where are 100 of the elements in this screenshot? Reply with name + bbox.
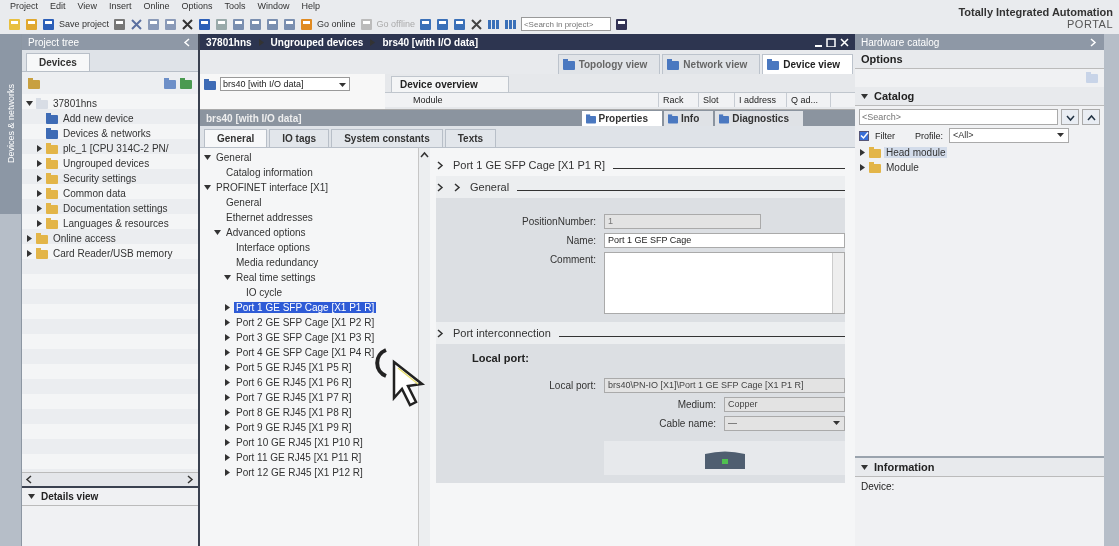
tree-item[interactable]: Add new device: [61, 113, 136, 124]
menu-item[interactable]: Project: [10, 1, 38, 13]
tab[interactable]: IO tags: [269, 129, 330, 147]
expand-arrow-icon[interactable]: [224, 469, 231, 476]
expand-panel-icon[interactable]: [1089, 37, 1098, 47]
section-title[interactable]: Port interconnection: [453, 327, 551, 339]
nav-item[interactable]: Media redundancy: [234, 257, 321, 268]
expand-arrow-icon[interactable]: [224, 334, 231, 341]
nav-item[interactable]: Port 2 GE SFP Cage [X1 P2 R]: [234, 317, 377, 328]
nav-item[interactable]: Port 5 GE RJ45 [X1 P5 R]: [234, 362, 354, 373]
inspector-tab[interactable]: Info: [664, 111, 714, 126]
catalog-header[interactable]: Catalog: [874, 90, 915, 102]
menu-item[interactable]: Tools: [224, 1, 246, 13]
options-header[interactable]: Options: [861, 53, 903, 65]
expand-arrow-icon[interactable]: [224, 394, 231, 401]
caret-icon[interactable]: [1056, 130, 1065, 139]
inspector-tab[interactable]: Properties: [581, 111, 662, 126]
nav-item[interactable]: General: [214, 152, 254, 163]
menu-item[interactable]: Insert: [108, 1, 132, 13]
menu-item[interactable]: View: [77, 1, 97, 13]
input-field[interactable]: Copper: [724, 397, 845, 412]
nav-item[interactable]: Port 1 GE SFP Cage [X1 P1 R]: [234, 302, 377, 313]
view-tab[interactable]: Device view: [762, 54, 853, 74]
expand-arrow-icon[interactable]: [224, 349, 231, 356]
tree-item[interactable]: Ungrouped devices: [61, 158, 152, 169]
expand-arrow-icon[interactable]: [224, 424, 231, 431]
details-header[interactable]: Details view: [22, 488, 198, 506]
tree-item[interactable]: Documentation settings: [61, 203, 170, 214]
expand-arrow-icon[interactable]: [36, 220, 43, 227]
tree-item[interactable]: 37801hns: [51, 98, 99, 109]
menu-item[interactable]: Edit: [50, 1, 66, 13]
close-icon[interactable]: [469, 17, 483, 31]
scroll-up-icon[interactable]: [420, 150, 429, 159]
expand-arrow-icon[interactable]: [26, 100, 33, 107]
menu-item[interactable]: Window: [257, 1, 290, 13]
scrollbar[interactable]: [418, 148, 430, 546]
expand-arrow-icon[interactable]: [36, 175, 43, 182]
section-title[interactable]: Port 1 GE SFP Cage [X1 P1 R]: [453, 159, 606, 171]
profile-dropdown[interactable]: <All>: [949, 128, 1069, 143]
collapse-arrow-icon[interactable]: [861, 92, 868, 100]
search-up-button[interactable]: [1082, 109, 1100, 125]
nav-item[interactable]: Port 11 GE RJ45 [X1 P11 R]: [234, 452, 364, 463]
scroll-left-icon[interactable]: [25, 475, 34, 484]
section-title[interactable]: General: [470, 181, 510, 193]
delete-icon[interactable]: [181, 17, 195, 31]
expand-arrow-icon[interactable]: [224, 409, 231, 416]
nav-item[interactable]: Interface options: [234, 242, 312, 253]
view-tab[interactable]: Network view: [662, 54, 761, 74]
scroll-right-icon[interactable]: [186, 475, 195, 484]
search-field[interactable]: <Search in project>: [520, 17, 611, 31]
expand-arrow-icon[interactable]: [224, 274, 231, 281]
catalog-item[interactable]: Module: [884, 162, 921, 173]
input-field[interactable]: brs40\PN-IO [X1]\Port 1 GE SFP Cage [X1 P1 R]: [604, 378, 845, 393]
filter-checkbox[interactable]: [859, 130, 869, 141]
window-controls-icon[interactable]: [815, 37, 849, 47]
nav-item[interactable]: Port 3 GE SFP Cage [X1 P3 R]: [234, 332, 377, 343]
breadcrumb-item[interactable]: Ungrouped devices: [270, 36, 364, 48]
collapse-arrow-icon[interactable]: [861, 463, 868, 471]
nav-item[interactable]: Port 6 GE RJ45 [X1 P6 R]: [234, 377, 354, 388]
device-dropdown[interactable]: brs40 [with I/O data]: [220, 77, 350, 91]
nav-item[interactable]: Advanced options: [224, 227, 308, 238]
collapse-arrow-icon[interactable]: [28, 493, 35, 500]
expand-arrow-icon[interactable]: [36, 190, 43, 197]
chevron-icon[interactable]: [436, 328, 445, 338]
tree-item[interactable]: Security settings: [61, 173, 139, 184]
expand-arrow-icon[interactable]: [36, 205, 43, 212]
nav-item[interactable]: Catalog information: [224, 167, 315, 178]
arrow-up-icon[interactable]: [1086, 112, 1096, 122]
go-online-button[interactable]: Go online: [317, 19, 356, 29]
expand-arrow-icon[interactable]: [859, 149, 866, 156]
expand-arrow-icon[interactable]: [26, 235, 33, 242]
scrollbar[interactable]: [22, 472, 198, 486]
nav-item[interactable]: Port 9 GE RJ45 [X1 P9 R]: [234, 422, 354, 433]
chevron-icon[interactable]: [436, 160, 445, 170]
nav-item[interactable]: IO cycle: [244, 287, 285, 298]
expand-arrow-icon[interactable]: [224, 319, 231, 326]
nav-item[interactable]: PROFINET interface [X1]: [214, 182, 331, 193]
collapse-panel-icon[interactable]: [183, 37, 192, 47]
expand-arrow-icon[interactable]: [36, 160, 43, 167]
tab[interactable]: Texts: [444, 129, 497, 147]
input-field[interactable]: Port 1 GE SFP Cage: [604, 233, 845, 248]
expand-arrow-icon[interactable]: [204, 154, 211, 161]
expand-arrow-icon[interactable]: [859, 164, 866, 171]
expand-arrow-icon[interactable]: [204, 184, 211, 191]
inspector-tab[interactable]: Diagnostics: [715, 111, 803, 126]
search-field[interactable]: <Search>: [859, 109, 1058, 125]
menu-item[interactable]: Online: [143, 1, 170, 13]
search-down-button[interactable]: [1061, 109, 1079, 125]
nav-item[interactable]: Port 4 GE SFP Cage [X1 P4 R]: [234, 347, 377, 358]
nav-item[interactable]: Port 12 GE RJ45 [X1 P12 R]: [234, 467, 365, 478]
tree-item[interactable]: Online access: [51, 233, 118, 244]
device-overview-tab[interactable]: Device overview: [391, 76, 509, 92]
tab[interactable]: Devices: [26, 53, 90, 71]
nav-item[interactable]: Port 8 GE RJ45 [X1 P8 R]: [234, 407, 354, 418]
nav-item[interactable]: Real time settings: [234, 272, 318, 283]
catalog-item[interactable]: Head module: [884, 147, 948, 158]
tree-item[interactable]: Devices & networks: [61, 128, 153, 139]
expand-arrow-icon[interactable]: [36, 145, 43, 152]
breadcrumb-item[interactable]: brs40 [with I/O data]: [382, 36, 478, 48]
tab[interactable]: General: [204, 129, 268, 147]
